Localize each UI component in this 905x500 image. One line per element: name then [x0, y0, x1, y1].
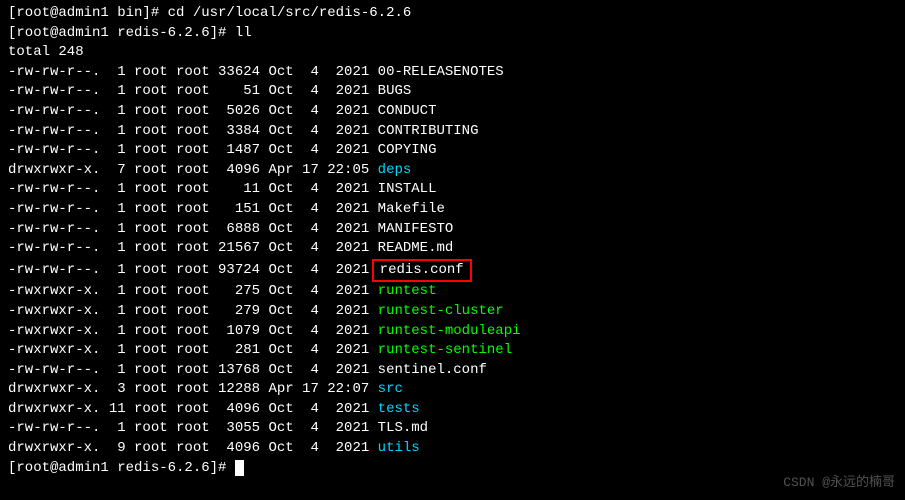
- shell-prompt: [root@admin1 redis-6.2.6]#: [8, 25, 235, 41]
- file-meta: -rw-rw-r--. 1 root root 1487 Oct 4 2021: [8, 142, 378, 158]
- file-name: runtest-sentinel: [378, 342, 512, 358]
- file-meta: -rw-rw-r--. 1 root root 21567 Oct 4 2021: [8, 240, 378, 256]
- terminal-output[interactable]: [root@admin1 bin]# cd /usr/local/src/red…: [8, 4, 897, 478]
- file-row: -rw-rw-r--. 1 root root 21567 Oct 4 2021…: [8, 239, 897, 259]
- file-row: -rwxrwxr-x. 1 root root 1079 Oct 4 2021 …: [8, 322, 897, 342]
- file-meta: -rwxrwxr-x. 1 root root 281 Oct 4 2021: [8, 342, 378, 358]
- file-meta: -rw-rw-r--. 1 root root 51 Oct 4 2021: [8, 83, 378, 99]
- file-row: -rw-rw-r--. 1 root root 33624 Oct 4 2021…: [8, 63, 897, 83]
- file-meta: -rwxrwxr-x. 1 root root 1079 Oct 4 2021: [8, 323, 378, 339]
- file-row: -rwxrwxr-x. 1 root root 279 Oct 4 2021 r…: [8, 302, 897, 322]
- file-meta: -rw-rw-r--. 1 root root 5026 Oct 4 2021: [8, 103, 378, 119]
- file-name: src: [378, 381, 403, 397]
- file-name: sentinel.conf: [378, 362, 487, 378]
- file-meta: -rw-rw-r--. 1 root root 13768 Oct 4 2021: [8, 362, 378, 378]
- file-row: -rw-rw-r--. 1 root root 5026 Oct 4 2021 …: [8, 102, 897, 122]
- file-meta: drwxrwxr-x. 9 root root 4096 Oct 4 2021: [8, 440, 378, 456]
- file-name: Makefile: [378, 201, 445, 217]
- file-meta: drwxrwxr-x. 11 root root 4096 Oct 4 2021: [8, 401, 378, 417]
- file-row: drwxrwxr-x. 9 root root 4096 Oct 4 2021 …: [8, 439, 897, 459]
- file-meta: -rw-rw-r--. 1 root root 3384 Oct 4 2021: [8, 123, 378, 139]
- total-line: total 248: [8, 43, 897, 63]
- file-row: -rw-rw-r--. 1 root root 6888 Oct 4 2021 …: [8, 220, 897, 240]
- file-name: tests: [378, 401, 420, 417]
- file-name: BUGS: [378, 83, 412, 99]
- file-meta: -rwxrwxr-x. 1 root root 275 Oct 4 2021: [8, 283, 378, 299]
- file-name: runtest-cluster: [378, 303, 504, 319]
- file-name: deps: [378, 162, 412, 178]
- file-name: TLS.md: [378, 420, 428, 436]
- prompt-line-2: [root@admin1 redis-6.2.6]# ll: [8, 24, 897, 44]
- file-meta: -rw-rw-r--. 1 root root 6888 Oct 4 2021: [8, 221, 378, 237]
- file-meta: drwxrwxr-x. 3 root root 12288 Apr 17 22:…: [8, 381, 378, 397]
- file-name: redis.conf: [372, 259, 472, 283]
- file-row: -rw-rw-r--. 1 root root 151 Oct 4 2021 M…: [8, 200, 897, 220]
- file-row: -rw-rw-r--. 1 root root 51 Oct 4 2021 BU…: [8, 82, 897, 102]
- shell-prompt: [root@admin1 bin]#: [8, 5, 168, 21]
- file-name: CONDUCT: [378, 103, 437, 119]
- prompt-line-3: [root@admin1 redis-6.2.6]#: [8, 459, 897, 479]
- file-name: MANIFESTO: [378, 221, 454, 237]
- file-row: -rw-rw-r--. 1 root root 3384 Oct 4 2021 …: [8, 122, 897, 142]
- file-name: utils: [378, 440, 420, 456]
- file-name: INSTALL: [378, 181, 437, 197]
- file-meta: -rw-rw-r--. 1 root root 3055 Oct 4 2021: [8, 420, 378, 436]
- file-meta: -rwxrwxr-x. 1 root root 279 Oct 4 2021: [8, 303, 378, 319]
- file-name: runtest-moduleapi: [378, 323, 521, 339]
- file-row: drwxrwxr-x. 7 root root 4096 Apr 17 22:0…: [8, 161, 897, 181]
- shell-prompt: [root@admin1 redis-6.2.6]#: [8, 460, 235, 476]
- command-text: cd /usr/local/src/redis-6.2.6: [168, 5, 412, 21]
- file-meta: -rw-rw-r--. 1 root root 33624 Oct 4 2021: [8, 64, 378, 80]
- file-row: -rwxrwxr-x. 1 root root 275 Oct 4 2021 r…: [8, 282, 897, 302]
- file-row: -rw-rw-r--. 1 root root 3055 Oct 4 2021 …: [8, 419, 897, 439]
- watermark-text: CSDN @永远的楠哥: [783, 474, 895, 492]
- prompt-line-1: [root@admin1 bin]# cd /usr/local/src/red…: [8, 4, 897, 24]
- file-row: -rw-rw-r--. 1 root root 13768 Oct 4 2021…: [8, 361, 897, 381]
- command-text: ll: [235, 25, 252, 41]
- file-listing: -rw-rw-r--. 1 root root 33624 Oct 4 2021…: [8, 63, 897, 459]
- file-name: CONTRIBUTING: [378, 123, 479, 139]
- cursor-icon: [235, 460, 244, 476]
- file-meta: -rw-rw-r--. 1 root root 93724 Oct 4 2021: [8, 262, 378, 278]
- file-name: COPYING: [378, 142, 437, 158]
- file-name: 00-RELEASENOTES: [378, 64, 504, 80]
- file-meta: -rw-rw-r--. 1 root root 11 Oct 4 2021: [8, 181, 378, 197]
- file-meta: -rw-rw-r--. 1 root root 151 Oct 4 2021: [8, 201, 378, 217]
- file-row: -rw-rw-r--. 1 root root 93724 Oct 4 2021…: [8, 259, 897, 283]
- file-row: -rwxrwxr-x. 1 root root 281 Oct 4 2021 r…: [8, 341, 897, 361]
- file-row: -rw-rw-r--. 1 root root 1487 Oct 4 2021 …: [8, 141, 897, 161]
- file-row: drwxrwxr-x. 11 root root 4096 Oct 4 2021…: [8, 400, 897, 420]
- file-row: drwxrwxr-x. 3 root root 12288 Apr 17 22:…: [8, 380, 897, 400]
- file-name: README.md: [378, 240, 454, 256]
- file-row: -rw-rw-r--. 1 root root 11 Oct 4 2021 IN…: [8, 180, 897, 200]
- file-name: runtest: [378, 283, 437, 299]
- file-meta: drwxrwxr-x. 7 root root 4096 Apr 17 22:0…: [8, 162, 378, 178]
